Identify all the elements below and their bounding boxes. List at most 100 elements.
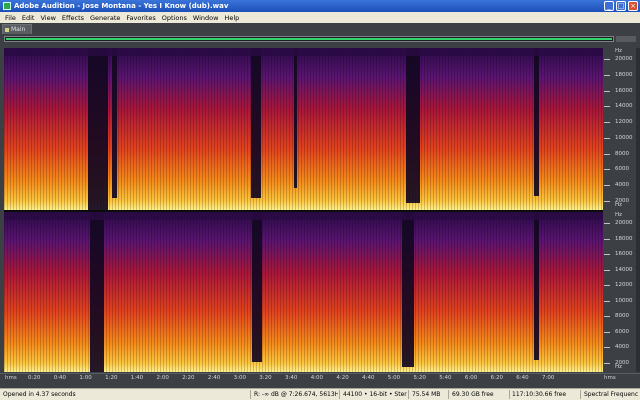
hz-tick-mark (604, 153, 610, 155)
hz-tick-label: 16000 (615, 87, 633, 94)
overview-scroll-handle[interactable] (616, 36, 636, 42)
status-cursor-level: R: -∞ dB @ 7:26.674, 5613Hz (254, 391, 338, 398)
status-separator (408, 390, 409, 399)
menu-effects[interactable]: Effects (59, 14, 87, 22)
vertical-scrollbar[interactable] (636, 48, 640, 372)
hz-tick-label: 18000 (615, 235, 633, 242)
status-separator (339, 390, 340, 399)
status-file-size: 75.54 MB (412, 391, 441, 398)
menu-options[interactable]: Options (159, 14, 190, 22)
status-audio-format: 44100 • 16-bit • Stereo (343, 391, 407, 398)
window-controls: _ □ × (604, 1, 638, 11)
hz-tick-mark (604, 169, 610, 171)
time-tick-label: 1:00 (79, 375, 92, 381)
time-tick-label: 6:00 (464, 375, 478, 381)
status-view-mode: Spectral Frequency (584, 391, 638, 398)
hz-unit-label: Hz (615, 202, 623, 208)
time-tick-label: 2:20 (182, 375, 195, 381)
menu-file[interactable]: File (2, 14, 19, 22)
hz-tick-label: 4000 (615, 182, 629, 189)
menu-generate[interactable]: Generate (87, 14, 123, 22)
time-tick-label: 1:20 (105, 375, 118, 381)
hz-tick-mark (604, 59, 610, 60)
time-tick-label: 3:20 (259, 375, 272, 381)
time-unit-label: hms (604, 375, 616, 381)
hz-tick-mark (604, 347, 610, 349)
hz-tick-mark (604, 316, 610, 318)
hz-tick-mark (604, 363, 610, 364)
hz-tick-label: 14000 (615, 266, 633, 273)
hz-tick-mark (604, 90, 610, 92)
time-tick-label: 6:20 (490, 375, 503, 381)
window-title: Adobe Audition - Jose Montana - Yes I Kn… (14, 2, 229, 10)
frequency-ruler-right: Hz 20000 18000 16000 14000 12000 10000 8000 6000… (603, 212, 635, 372)
status-separator (580, 390, 581, 399)
minimize-button[interactable]: _ (604, 1, 614, 11)
status-separator (250, 390, 251, 399)
time-tick-label: 3:40 (285, 375, 298, 381)
status-disk-free: 69.30 GB free (452, 391, 494, 398)
tab-main[interactable]: Main (2, 24, 32, 34)
time-tick-label: 1:40 (130, 375, 144, 381)
time-tick-label: 7:00 (542, 375, 555, 381)
maximize-button[interactable]: □ (616, 1, 626, 11)
time-unit-label: hms (5, 375, 17, 381)
time-tick-label: 0:40 (53, 375, 67, 381)
hz-tick-label: 16000 (615, 251, 633, 258)
menu-help[interactable]: Help (221, 14, 242, 22)
hz-tick-mark (604, 285, 610, 287)
tab-main-label: Main (11, 26, 26, 33)
spectrogram-left (4, 48, 603, 210)
hz-tick-label: 14000 (615, 103, 633, 110)
hz-tick-label: 18000 (615, 71, 633, 78)
hz-tick-mark (604, 300, 610, 302)
spectral-display-left-channel[interactable] (4, 48, 603, 210)
hz-tick-label: 12000 (615, 282, 633, 289)
time-tick-label: 6:40 (516, 375, 529, 381)
menu-favorites[interactable]: Favorites (123, 14, 158, 22)
menu-window[interactable]: Window (190, 14, 222, 22)
spectrogram-right (4, 212, 603, 372)
hz-tick-label: 10000 (615, 297, 633, 304)
menu-bar: File Edit View Effects Generate Favorite… (0, 12, 640, 23)
hz-tick-mark (604, 185, 610, 187)
hz-tick-label: 8000 (615, 150, 629, 157)
status-time-free: 117:10:30.66 free (512, 391, 567, 398)
waveform-overview-bar[interactable] (4, 36, 614, 42)
status-separator (509, 390, 510, 399)
menu-edit[interactable]: Edit (19, 14, 38, 22)
visible-range-indicator[interactable] (6, 38, 612, 40)
close-button[interactable]: × (628, 1, 638, 11)
audition-app-icon (3, 2, 11, 10)
hz-tick-mark (604, 74, 610, 76)
workspace-area (0, 23, 640, 36)
time-tick-label: 5:00 (387, 375, 401, 381)
hz-tick-mark (604, 106, 610, 108)
hz-tick-label: 20000 (615, 56, 633, 62)
status-opened-time: Opened in 4.37 seconds (3, 391, 76, 398)
hz-tick-mark (604, 223, 610, 224)
menu-view[interactable]: View (37, 14, 58, 22)
time-ruler[interactable]: hms 0:20 0:40 1:00 1:20 1:40 2:00 2:20 2:40 3:00 3… (0, 373, 640, 384)
time-tick-label: 5:20 (413, 375, 426, 381)
time-tick-label: 4:20 (336, 375, 349, 381)
hz-tick-label: 8000 (615, 313, 629, 320)
hz-tick-mark (604, 331, 610, 333)
hz-tick-label: 6000 (615, 328, 629, 335)
hz-tick-label: 20000 (615, 220, 633, 226)
hz-tick-label: 4000 (615, 344, 629, 351)
hz-tick-mark (604, 254, 610, 256)
hz-tick-mark (604, 238, 610, 240)
hz-tick-label: 12000 (615, 119, 633, 126)
hz-unit-label: Hz (615, 48, 623, 54)
time-tick-label: 2:40 (207, 375, 221, 381)
hz-unit-label: Hz (615, 212, 623, 218)
status-bar: Opened in 4.37 seconds R: -∞ dB @ 7:26.6… (0, 388, 640, 400)
main-tab-icon (5, 27, 9, 32)
time-tick-label: 4:00 (310, 375, 324, 381)
frequency-ruler-left: Hz 20000 18000 16000 14000 12000 10000 8000 6000… (603, 48, 635, 210)
hz-tick-mark (604, 201, 610, 202)
time-tick-label: 3:00 (233, 375, 246, 381)
spectral-display-right-channel[interactable] (4, 212, 603, 372)
time-tick-label: 0:20 (28, 375, 41, 381)
